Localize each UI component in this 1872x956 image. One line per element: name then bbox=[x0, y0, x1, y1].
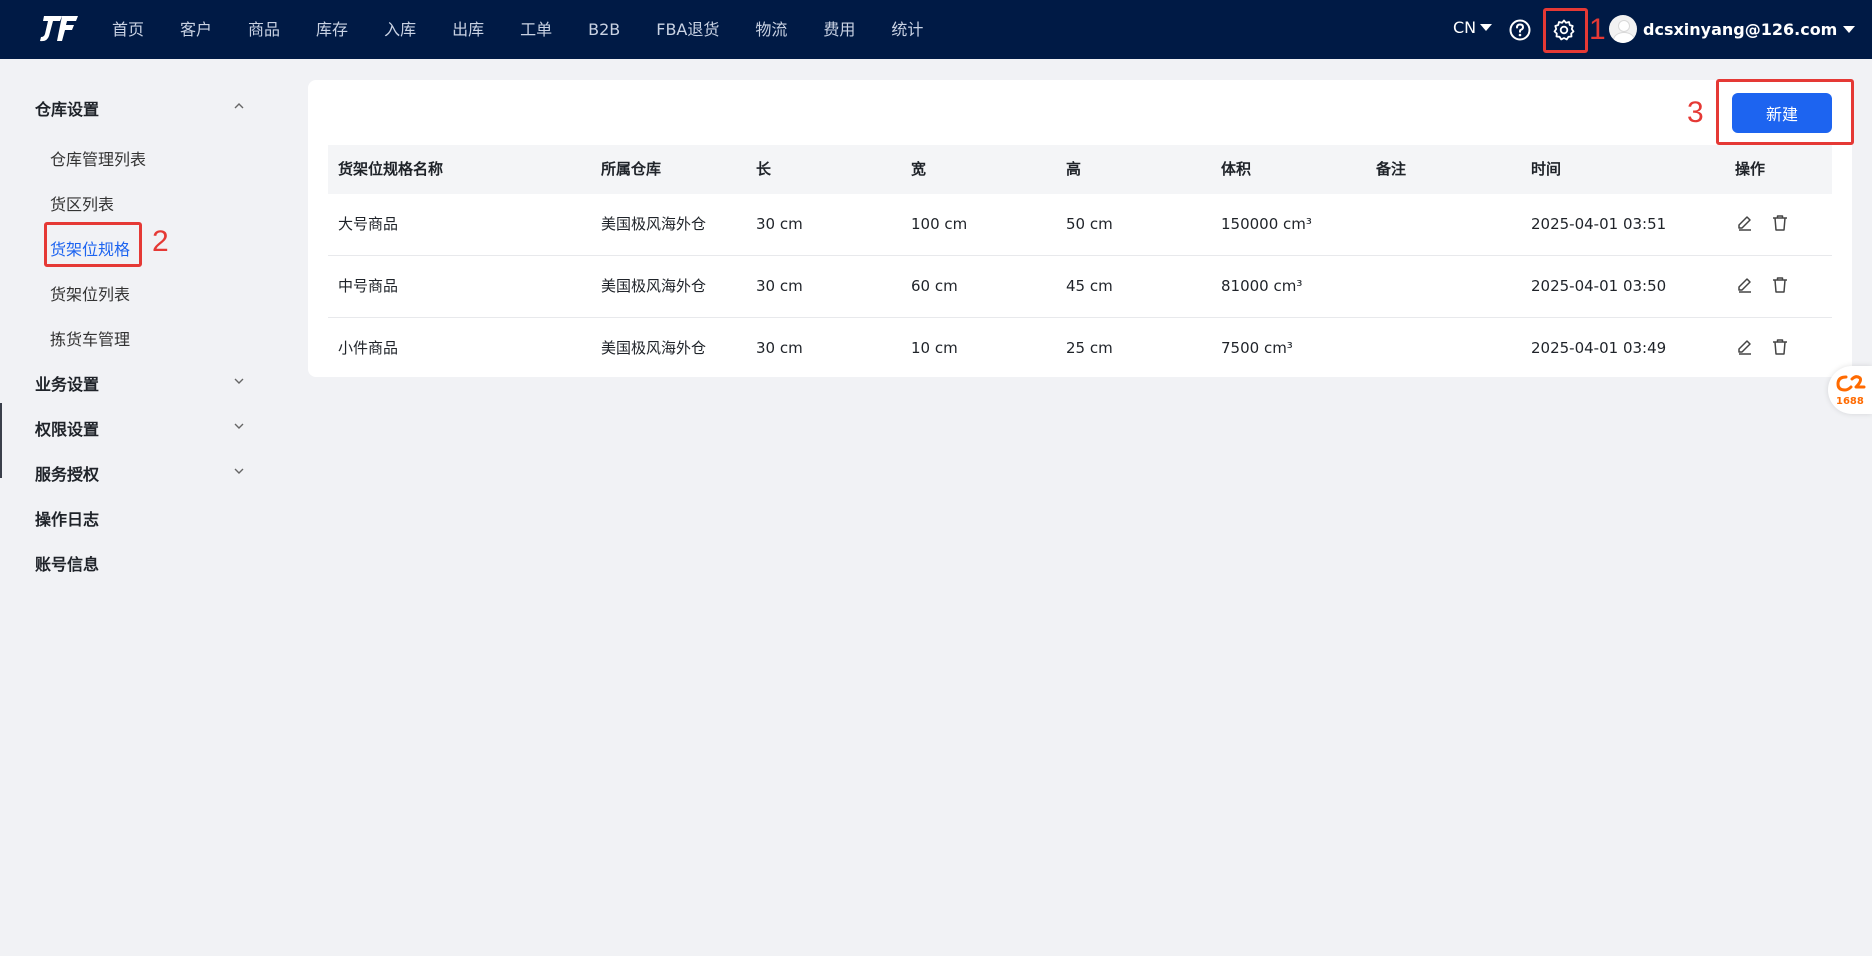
cell-height: 25 cm bbox=[1066, 339, 1113, 357]
cell-width: 60 cm bbox=[911, 277, 958, 295]
cell-time: 2025-04-01 03:51 bbox=[1531, 215, 1667, 233]
edit-icon[interactable] bbox=[1736, 276, 1754, 294]
delete-icon[interactable] bbox=[1771, 214, 1789, 232]
col-name: 货架位规格名称 bbox=[338, 160, 444, 178]
cell-warehouse: 美国极风海外仓 bbox=[601, 215, 707, 233]
logo-icon[interactable] bbox=[38, 14, 80, 44]
cell-length: 30 cm bbox=[756, 339, 803, 357]
caret-down-icon bbox=[1480, 24, 1493, 31]
nav-fba-return[interactable]: FBA退货 bbox=[638, 0, 737, 59]
sidebar-group-service[interactable]: 服务授权 bbox=[35, 461, 99, 485]
cell-warehouse: 美国极风海外仓 bbox=[601, 339, 707, 357]
annotation-number-1: 1 bbox=[1589, 13, 1606, 46]
cell-time: 2025-04-01 03:49 bbox=[1531, 339, 1667, 357]
nav-product[interactable]: 商品 bbox=[230, 0, 298, 59]
cell-warehouse: 美国极风海外仓 bbox=[601, 277, 707, 295]
left-edge-bar bbox=[0, 403, 2, 478]
col-volume: 体积 bbox=[1221, 160, 1252, 178]
col-height: 高 bbox=[1066, 160, 1082, 178]
cell-height: 50 cm bbox=[1066, 215, 1113, 233]
user-email: dcsxinyang@126.com bbox=[1643, 19, 1838, 39]
table-row: 小件商品 美国极风海外仓 30 cm 10 cm 25 cm 7500 cm³ … bbox=[328, 318, 1832, 379]
sidebar-item-shelf-spec[interactable]: 货架位规格 bbox=[50, 236, 130, 260]
col-length: 长 bbox=[756, 160, 772, 178]
language-label: CN bbox=[1453, 18, 1477, 37]
table-row: 大号商品 美国极风海外仓 30 cm 100 cm 50 cm 150000 c… bbox=[328, 194, 1832, 256]
table-row: 中号商品 美国极风海外仓 30 cm 60 cm 45 cm 81000 cm³… bbox=[328, 256, 1832, 318]
edit-icon[interactable] bbox=[1736, 214, 1754, 232]
sidebar-item-shelf-list[interactable]: 货架位列表 bbox=[50, 281, 130, 305]
help-icon[interactable] bbox=[1509, 19, 1531, 41]
sidebar: 仓库设置 仓库管理列表 货区列表 货架位规格 货架位列表 拣货车管理 业务设置 … bbox=[0, 59, 285, 956]
sidebar-group-warehouse[interactable]: 仓库设置 bbox=[35, 96, 99, 120]
col-width: 宽 bbox=[911, 160, 927, 178]
table-header: 货架位规格名称 所属仓库 长 宽 高 体积 备注 时间 操作 bbox=[328, 145, 1832, 194]
annotation-number-3: 3 bbox=[1687, 96, 1704, 129]
cell-time: 2025-04-01 03:50 bbox=[1531, 277, 1667, 295]
chevron-up-icon[interactable] bbox=[234, 101, 244, 111]
delete-icon[interactable] bbox=[1771, 276, 1789, 294]
avatar bbox=[1609, 15, 1637, 43]
delete-icon[interactable] bbox=[1771, 338, 1789, 356]
nav-stats[interactable]: 统计 bbox=[873, 0, 941, 59]
col-note: 备注 bbox=[1376, 160, 1407, 178]
cell-width: 10 cm bbox=[911, 339, 958, 357]
chevron-down-icon[interactable] bbox=[234, 376, 244, 386]
cell-name: 小件商品 bbox=[338, 339, 399, 357]
cell-volume: 7500 cm³ bbox=[1221, 339, 1293, 357]
user-menu[interactable]: dcsxinyang@126.com bbox=[1609, 15, 1856, 43]
cell-length: 30 cm bbox=[756, 277, 803, 295]
language-switcher[interactable]: CN bbox=[1453, 18, 1493, 37]
new-button[interactable]: 新建 bbox=[1732, 93, 1832, 133]
sidebar-group-business[interactable]: 业务设置 bbox=[35, 371, 99, 395]
nav-home[interactable]: 首页 bbox=[92, 0, 162, 59]
nav-b2b[interactable]: B2B bbox=[570, 0, 638, 59]
cell-width: 100 cm bbox=[911, 215, 968, 233]
nav-outbound[interactable]: 出库 bbox=[434, 0, 502, 59]
main-nav: 首页 客户 商品 库存 入库 出库 工单 B2B FBA退货 物流 费用 统计 bbox=[92, 0, 941, 59]
floating-1688-badge[interactable]: 1688 bbox=[1828, 366, 1872, 414]
sidebar-item-zone-list[interactable]: 货区列表 bbox=[50, 191, 114, 215]
sidebar-group-account[interactable]: 账号信息 bbox=[35, 551, 99, 575]
cell-name: 中号商品 bbox=[338, 277, 399, 295]
annotation-number-2: 2 bbox=[152, 225, 169, 258]
badge-label: 1688 bbox=[1836, 396, 1864, 407]
shelf-spec-table: 货架位规格名称 所属仓库 长 宽 高 体积 备注 时间 操作 大号商品 美国极风… bbox=[328, 145, 1832, 379]
col-actions: 操作 bbox=[1735, 160, 1766, 178]
caret-down-icon bbox=[1843, 25, 1856, 33]
edit-icon[interactable] bbox=[1736, 338, 1754, 356]
nav-inventory[interactable]: 库存 bbox=[298, 0, 366, 59]
sidebar-group-oplog[interactable]: 操作日志 bbox=[35, 506, 99, 530]
cell-volume: 81000 cm³ bbox=[1221, 277, 1303, 295]
nav-customer[interactable]: 客户 bbox=[162, 0, 230, 59]
nav-fees[interactable]: 费用 bbox=[805, 0, 873, 59]
cell-volume: 150000 cm³ bbox=[1221, 215, 1312, 233]
cell-name: 大号商品 bbox=[338, 215, 399, 233]
nav-inbound[interactable]: 入库 bbox=[366, 0, 434, 59]
cell-height: 45 cm bbox=[1066, 277, 1113, 295]
chevron-down-icon[interactable] bbox=[234, 466, 244, 476]
sidebar-item-warehouse-list[interactable]: 仓库管理列表 bbox=[50, 146, 146, 170]
sidebar-group-permission[interactable]: 权限设置 bbox=[35, 416, 99, 440]
1688-logo-icon bbox=[1836, 375, 1866, 392]
chevron-down-icon[interactable] bbox=[234, 421, 244, 431]
col-warehouse: 所属仓库 bbox=[601, 160, 662, 178]
sidebar-item-picking-cart[interactable]: 拣货车管理 bbox=[50, 326, 130, 350]
nav-logistics[interactable]: 物流 bbox=[737, 0, 805, 59]
nav-workorder[interactable]: 工单 bbox=[502, 0, 570, 59]
col-time: 时间 bbox=[1531, 160, 1562, 178]
settings-gear-icon[interactable] bbox=[1552, 18, 1576, 42]
cell-length: 30 cm bbox=[756, 215, 803, 233]
